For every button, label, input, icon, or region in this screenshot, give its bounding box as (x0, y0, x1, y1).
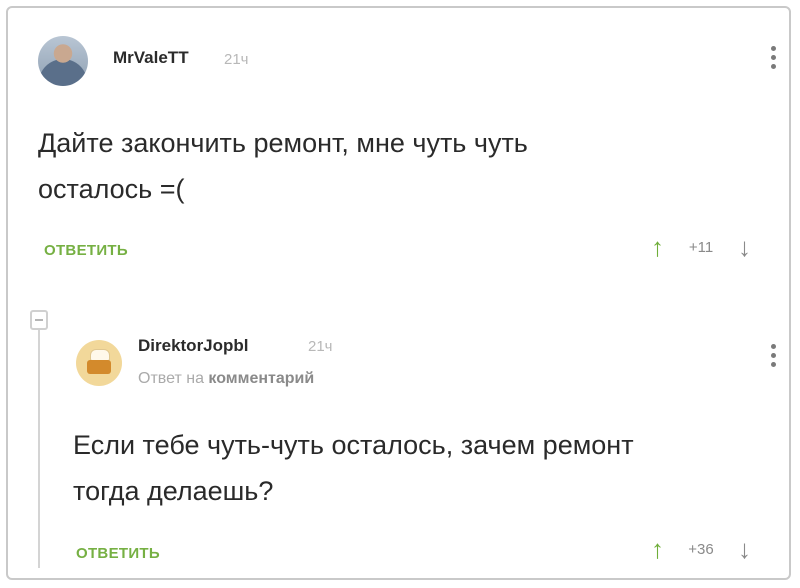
arrow-down-icon[interactable]: ↓ (738, 536, 751, 562)
reply-to-label: Ответ на комментарий (138, 370, 314, 388)
comment-author[interactable]: MrValeTT (113, 48, 189, 68)
comment-text: Если тебе чуть-чуть осталось, зачем ремо… (73, 430, 634, 506)
collapse-thread-icon[interactable] (30, 310, 48, 330)
comment-time: 21ч (308, 338, 333, 355)
vote-score: +36 (688, 540, 714, 558)
vote-controls: ↑ +36 ↓ (651, 536, 751, 562)
arrow-down-icon[interactable]: ↓ (738, 234, 751, 260)
more-vertical-icon[interactable] (768, 46, 778, 69)
vote-controls: ↑ +11 ↓ (651, 234, 751, 260)
arrow-up-icon[interactable]: ↑ (651, 234, 664, 260)
thread-line[interactable] (38, 318, 40, 568)
comment-text: Дайте закончить ремонт, мне чуть чуть ос… (38, 128, 528, 204)
more-vertical-icon[interactable] (768, 344, 778, 367)
reply-button[interactable]: ОТВЕТИТЬ (44, 242, 128, 259)
comment-time: 21ч (224, 51, 249, 68)
comments-panel: MrValeTT 21ч Дайте закончить ремонт, мне… (6, 6, 791, 580)
chef-avatar-icon[interactable] (76, 340, 122, 386)
reply-comment: DirektorJopbl 21ч Ответ на комментарий Е… (8, 298, 789, 582)
vote-score: +11 (688, 238, 714, 256)
arrow-up-icon[interactable]: ↑ (651, 536, 664, 562)
avatar[interactable] (38, 36, 88, 86)
comment-author[interactable]: DirektorJopbl (138, 336, 249, 356)
reply-to-prefix: Ответ на (138, 370, 209, 387)
reply-to-link[interactable]: комментарий (208, 370, 314, 387)
reply-button[interactable]: ОТВЕТИТЬ (76, 545, 160, 562)
comment: MrValeTT 21ч Дайте закончить ремонт, мне… (8, 8, 789, 288)
